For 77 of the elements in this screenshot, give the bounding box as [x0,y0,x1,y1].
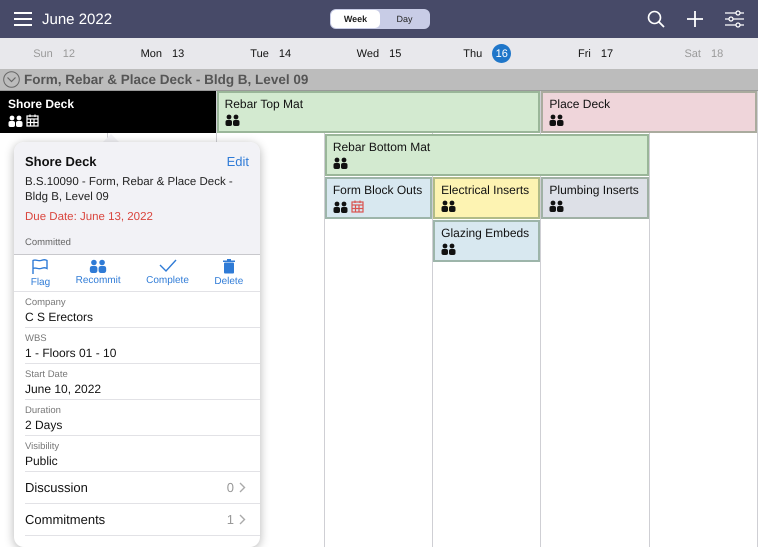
task-title: Form Block Outs [332,183,424,197]
field-value: June 10, 2022 [25,382,102,396]
field-label: Start Date [25,369,69,380]
flag-icon [31,259,50,275]
add-icon[interactable] [687,11,703,27]
task-block[interactable]: Form Block Outs [324,177,432,219]
day-name: Tue [250,48,269,60]
task-title: Plumbing Inserts [549,183,640,197]
people-icon [549,114,564,126]
day-name: Sun [33,48,53,60]
people-icon [441,200,456,212]
group-header[interactable]: Form, Rebar & Place Deck - Bldg B, Level 09 [0,69,758,91]
field-value: Public [25,454,59,468]
people-icon [8,114,23,126]
day-name: Mon [140,48,162,60]
day-date: 13 [172,48,184,60]
task-title: Electrical Inserts [441,183,530,197]
task-block[interactable]: Place Deck [541,91,757,133]
task-title: Rebar Top Mat [224,97,304,111]
edit-link[interactable]: Edit [226,154,249,169]
task-title: Rebar Bottom Mat [332,140,432,154]
due-date: Due Date: June 13, 2022 [25,211,154,223]
day-name: Sat [684,48,701,60]
field-value: C S Erectors [25,310,94,324]
task-block[interactable]: Rebar Bottom Mat [324,134,649,176]
calendar-icon [26,114,39,127]
chevron-right-icon [239,482,246,493]
people-icon [332,200,348,212]
field-label: WBS [25,333,48,344]
day-date: 14 [278,48,292,60]
task-description: B.S.10090 - Form, Rebar & Place Deck - Bldg B, Level 09 [25,175,234,205]
field-value: 1 - Floors 01 - 10 [25,346,118,360]
group-title: Form, Rebar & Place Deck - Bldg B, Level 09 [24,72,308,87]
people-icon [441,243,456,255]
people-icon [332,157,348,169]
day-date: 15 [389,48,402,60]
view-tab[interactable]: Day [380,10,429,28]
task-block[interactable]: Plumbing Inserts [541,177,649,219]
task-block[interactable]: Electrical Inserts [433,177,540,219]
day-date: 17 [600,48,614,60]
status-label: Committed [25,237,72,248]
trash-icon [222,259,235,274]
day-name: Thu [463,48,482,60]
chevron-right-icon [239,514,246,525]
action-button[interactable]: Flag [26,259,54,288]
people-icon [224,114,240,126]
calendar-icon [350,200,364,213]
action-button[interactable]: Delete [210,259,248,288]
view-tab[interactable]: Week [331,10,380,28]
field-label: Visibility [25,441,60,452]
task-block[interactable]: Glazing Embeds [433,220,540,262]
search-icon[interactable] [647,10,665,28]
day-name: Fri [578,48,591,60]
field-value: 2 Days [25,418,64,432]
link-row[interactable]: Commitments 1 [25,504,260,536]
menu-icon[interactable] [14,12,32,26]
day-date: 18 [710,48,724,60]
link-row[interactable]: Discussion 0 [25,472,260,504]
field-label: Company [25,297,67,308]
task-title: Shore Deck [8,97,76,111]
task-title: Place Deck [549,97,612,111]
people-icon [89,259,108,273]
day-date: 12 [62,48,76,60]
today-badge: 16 [492,44,512,63]
field-label: Duration [25,405,62,416]
checkmark-icon [158,259,176,273]
month-title: June 2022 [42,10,112,28]
filter-sliders-icon[interactable] [725,10,744,28]
action-button[interactable]: Recommit [72,259,125,288]
task-block[interactable]: Shore Deck [0,91,216,133]
day-name: Wed [356,48,380,60]
task-title: Glazing Embeds [441,226,530,240]
task-block[interactable]: Rebar Top Mat [216,91,540,133]
collapse-chevron-icon [3,71,20,88]
action-button[interactable]: Complete [142,259,193,288]
popover-title: Shore Deck [25,154,97,169]
people-icon [549,200,564,212]
